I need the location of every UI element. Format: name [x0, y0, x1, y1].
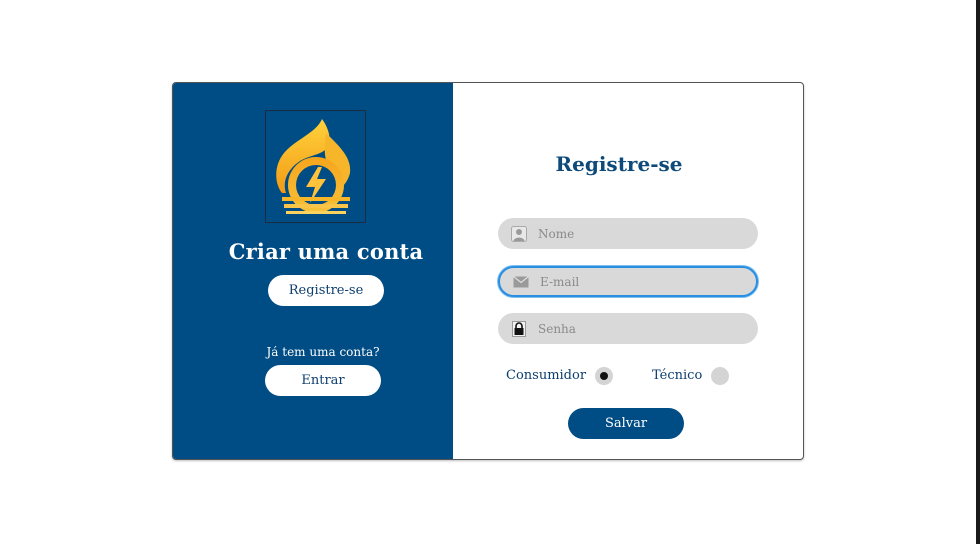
envelope-icon: [512, 273, 530, 291]
register-button[interactable]: Registre-se: [268, 275, 384, 306]
lock-icon: [510, 320, 528, 338]
login-button[interactable]: Entrar: [265, 365, 381, 396]
technician-radio[interactable]: [711, 367, 729, 385]
form-title: Registre-se: [555, 152, 683, 176]
save-button[interactable]: Salvar: [568, 408, 684, 439]
name-field[interactable]: [498, 218, 758, 249]
flame-lightning-logo-icon: [276, 119, 351, 214]
form-panel: Registre-se Nome E-mail Consumidor Técni…: [453, 83, 803, 459]
register-card: Criar uma conta Registre-se Já tem uma c…: [172, 82, 804, 460]
name-input[interactable]: [536, 225, 740, 242]
user-icon: [510, 225, 528, 243]
welcome-panel: Criar uma conta Registre-se Já tem uma c…: [173, 83, 453, 459]
email-field[interactable]: [498, 266, 758, 297]
password-field[interactable]: [498, 313, 758, 344]
login-prompt: Já tem uma conta?: [266, 345, 380, 359]
create-account-heading: Criar uma conta: [228, 239, 424, 264]
logo: [265, 110, 366, 223]
consumer-option-label: Consumidor: [506, 368, 587, 383]
consumer-radio[interactable]: [595, 367, 613, 385]
technician-option-label: Técnico: [652, 368, 703, 383]
email-input[interactable]: [538, 273, 742, 290]
password-input[interactable]: [536, 320, 740, 337]
window-edge: [976, 0, 980, 544]
